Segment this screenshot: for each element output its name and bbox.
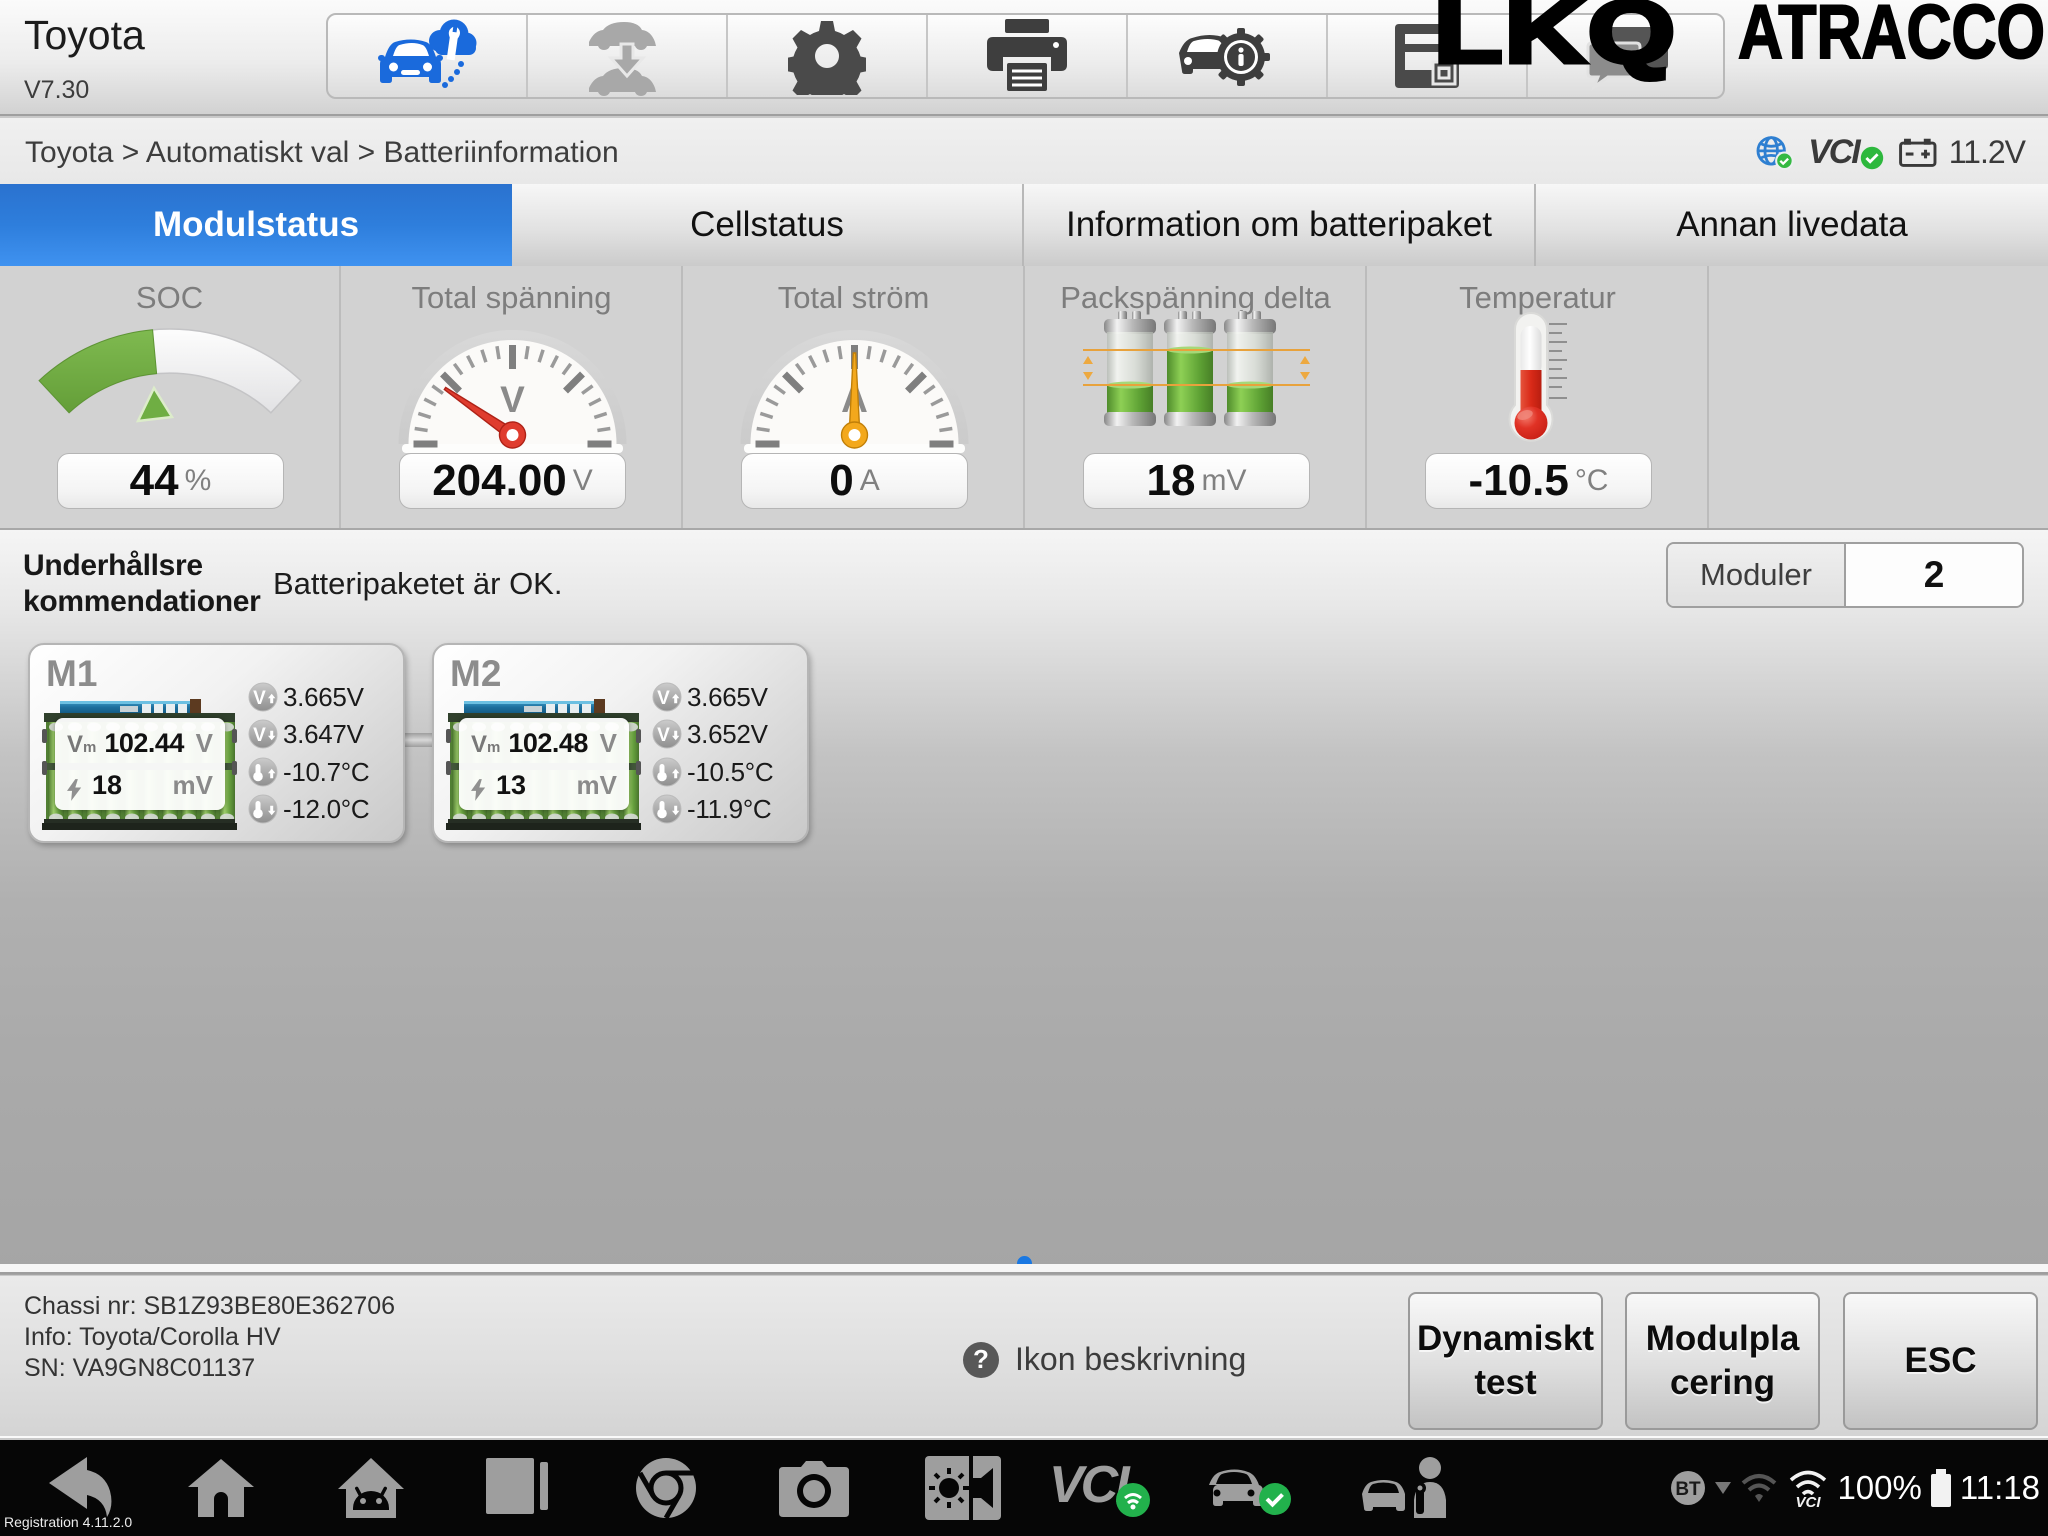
svg-text:V: V [253,688,266,709]
svg-text:BT: BT [1676,1479,1702,1500]
svg-text:VCI: VCI [1796,1494,1822,1508]
svg-text:V: V [657,688,670,709]
svg-text:V: V [657,725,670,746]
svg-text:V: V [500,379,525,420]
svg-text:V: V [253,725,266,746]
